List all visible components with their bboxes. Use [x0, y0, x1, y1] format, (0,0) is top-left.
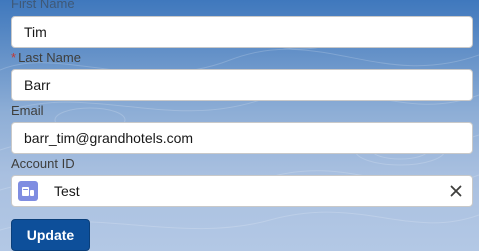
close-icon	[450, 185, 462, 197]
first-name-field[interactable]: Tim	[11, 16, 473, 48]
update-button[interactable]: Update	[11, 219, 90, 251]
account-id-value: Test	[54, 183, 80, 199]
account-id-lookup[interactable]: Test	[11, 175, 473, 207]
clear-account-button[interactable]	[444, 179, 468, 203]
last-name-field[interactable]: Barr	[11, 69, 473, 101]
account-icon	[18, 181, 38, 201]
contact-form: First Name Tim * Last Name Barr Email bar…	[0, 0, 479, 251]
first-name-label: First Name	[11, 0, 75, 11]
required-marker: *	[11, 50, 17, 65]
account-id-label: Account ID	[11, 156, 75, 171]
last-name-label-row: * Last Name	[11, 50, 81, 66]
last-name-label: Last Name	[18, 50, 81, 65]
email-field[interactable]: barr_tim@grandhotels.com	[11, 122, 473, 154]
email-label: Email	[11, 103, 44, 118]
